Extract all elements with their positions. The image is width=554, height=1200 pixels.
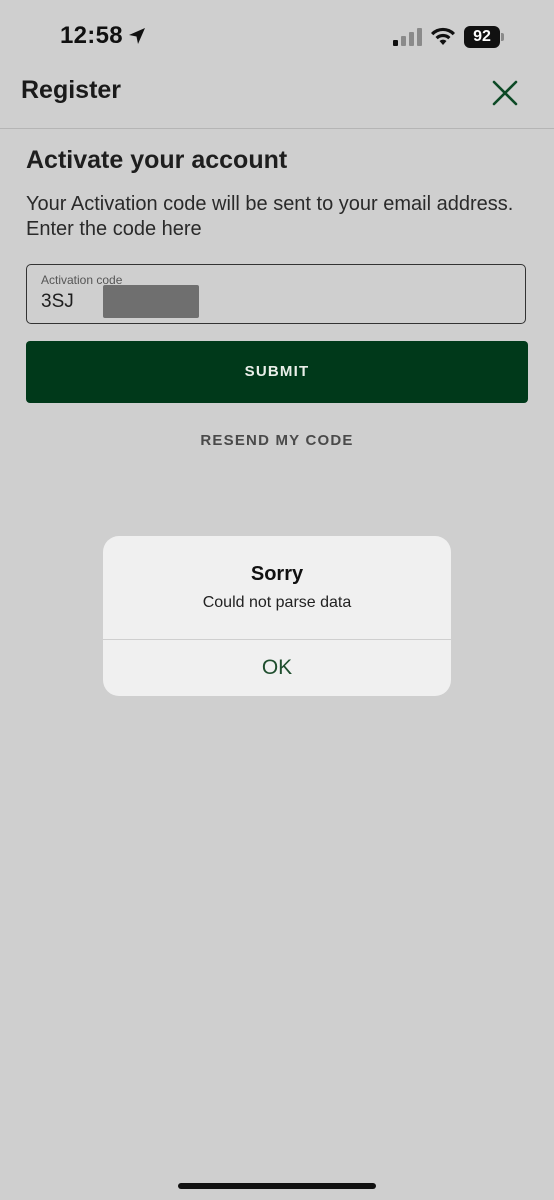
alert-title: Sorry <box>250 563 304 585</box>
cellular-signal-icon <box>393 28 422 46</box>
status-bar: 12:58 92 <box>0 0 554 72</box>
page-title: Activate your account <box>26 146 288 174</box>
resend-code-link[interactable]: RESEND MY CODE <box>0 432 554 449</box>
status-time: 12:58 <box>60 22 123 49</box>
location-arrow-icon <box>129 28 145 44</box>
home-indicator[interactable] <box>178 1183 376 1189</box>
battery-cap <box>501 33 504 41</box>
battery-level: 92 <box>464 26 500 48</box>
activation-code-field[interactable]: Activation code 3SJ <box>26 264 526 324</box>
activation-code-value: 3SJ <box>41 291 74 312</box>
close-icon <box>492 80 518 106</box>
alert-message: Could not parse data <box>202 594 352 611</box>
battery-icon: 92 <box>464 26 504 48</box>
submit-button[interactable]: SUBMIT <box>26 341 528 403</box>
alert-dialog: Sorry Could not parse data OK <box>103 536 451 696</box>
header: Register <box>0 72 554 129</box>
page-header-title: Register <box>21 76 122 104</box>
alert-ok-button[interactable]: OK <box>103 640 451 696</box>
redacted-area <box>103 285 199 318</box>
wifi-icon <box>431 27 455 45</box>
page-description: Your Activation code will be sent to you… <box>26 193 514 240</box>
close-button[interactable] <box>488 76 522 110</box>
